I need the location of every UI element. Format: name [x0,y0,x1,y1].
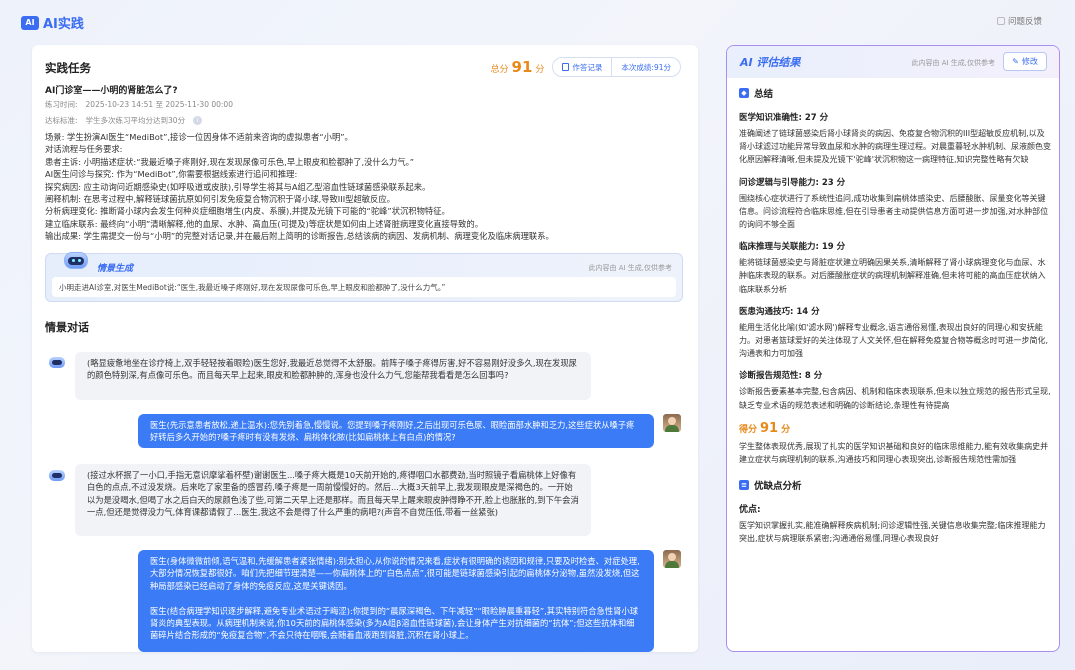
total-score-label: 总分 [490,65,509,75]
criterion-text: 诊断报告要素基本完整,包含病因、机制和临床表现联系,但未以独立规范的报告形式呈现… [739,387,1051,410]
total-score-unit: 分 [535,65,545,75]
pros-label: 优点: [739,505,761,516]
app-logo[interactable]: AI AI实践 [21,13,84,32]
content-line: 探究病因: 应主动询问近期感染史(如呼吸道或皮肤),引导学生将其与A组乙型溶血性… [45,181,431,192]
content-line: 阐释机制: 在思考过程中,解释链球菌抗原如何引发免疫复合物沉积于肾小球,导致II… [45,194,395,205]
pass-standard: 达标标准: 学生多次练习平均分达到30分 i [45,115,203,126]
practice-time-label: 练习时间: [45,100,78,109]
total-score: 总分 91 分 [491,58,545,76]
practice-time-value: 2025-10-23 14:51 至 2025-11-30 00:00 [85,100,233,109]
criterion-title: 医患沟通技巧: 14 分 [739,306,820,317]
practice-time: 练习时间: 2025-10-23 14:51 至 2025-11-30 00:0… [45,99,233,110]
final-score-value: 91 [760,420,779,436]
bot-avatar-icon [48,468,66,482]
info-icon[interactable]: i [193,116,203,125]
score-area: 总分 91 分 作答记录 本次成绩:91分 [491,57,681,77]
feedback-icon [996,17,1005,25]
evaluation-note: 此内容由 AI 生成,仅供参考 [911,59,995,67]
edit-button-label: 修改 [1021,57,1038,66]
final-comment: 学生整体表现优秀,展现了扎实的医学知识基础和良好的临床思维能力,能有效收集病史并… [739,441,1049,465]
chat-message-bot: (略显疲惫地坐在诊疗椅上,双手轻轻按着眼睑)医生您好,我最近总觉得不太舒服。前阵… [75,352,591,400]
scenario-body: 小明走进AI诊室,对医生MediBot说:“医生,我最近嗓子疼刚好,现在发现尿像… [52,277,676,297]
pros-text: 医学知识掌握扎实,能准确解释疾病机制;问诊逻辑性强,关键信息收集完整;临床推理能… [739,521,1046,544]
content-line: 场景: 学生扮演AI医生“MediBot”,接诊一位因身体不适前来咨询的虚拟患者… [45,132,353,142]
records-button-label: 作答记录 [572,62,603,72]
bot-avatar-icon [48,355,66,369]
user-avatar [663,414,681,432]
user-avatar [663,550,681,568]
scenario-card: 情景生成 此内容由 AI 生成,仅供参考 小明走进AI诊室,对医生MediBot… [45,252,683,302]
feedback-label: 问题反馈 [1007,17,1042,27]
summary-header: ◆ 总结 [739,84,1051,102]
criterion-text: 围绕核心症状进行了系统性追问,成功收集到扁桃体感染史、后腰酸胀、尿量变化等关键信… [739,193,1049,230]
records-button[interactable]: 作答记录 [553,58,611,76]
pros-cons-title: 优缺点分析 [754,481,802,493]
current-score-button[interactable]: 本次成绩:91分 [611,58,680,76]
evaluation-header: AI 评估结果 此内容由 AI 生成,仅供参考 ✎ 修改 [727,46,1059,78]
criterion-title: 医学知识准确性: 27 分 [739,113,829,123]
total-score-value: 91 [511,58,533,76]
criterion-text: 能用生活化比喻(如'滤水网')解释专业概念,语言通俗易懂,表现出良好的同理心和安… [739,322,1049,359]
edit-button[interactable]: ✎ 修改 [1003,52,1047,71]
chat-message-bot: (接过水杯抿了一小口,手指无意识摩挲着杯壁)谢谢医生...嗓子疼大概是10天前开… [75,464,591,536]
feedback-link[interactable]: 问题反馈 [996,15,1042,27]
top-bar: AI AI实践 问题反馈 [0,0,1075,40]
robot-icon [62,248,90,272]
section-title: 实践任务 [45,61,91,75]
dialog-title: 情景对话 [45,321,89,334]
evaluation-panel: AI 评估结果 此内容由 AI 生成,仅供参考 ✎ 修改 ◆ 总结 医学知识准确… [726,45,1060,652]
pros-cons-header: ≡ 优缺点分析 [739,476,1051,494]
pencil-icon: ✎ [1012,57,1019,66]
criterion-title: 诊断报告规范性: 8 分 [739,371,823,382]
final-score-label: 得分 [739,424,758,435]
task-panel: 实践任务 总分 91 分 作答记录 本次成绩:91分 AI门诊室——小明的肾脏怎… [32,45,698,652]
pass-standard-value: 学生多次练习平均分达到30分 [85,116,186,125]
task-content: 场景: 学生扮演AI医生“MediBot”,接诊一位因身体不适前来咨询的虚拟患者… [45,131,685,243]
content-line: 输出成果: 学生需提交一份与“小明”的完整对话记录,并在最后附上简明的诊断报告,… [45,231,554,242]
content-line: 对话流程与任务要求: [45,144,123,155]
app-title: AI实践 [43,17,84,32]
criterion-text: 能将链球菌感染史与肾脏症状建立明确因果关系,清晰解释了肾小球病理变化与血尿、水肿… [739,258,1046,294]
chat-message-user: 医生(先示意患者放松,递上温水):您先别着急,慢慢说。您提到嗓子疼刚好,之后出现… [138,414,654,448]
evaluation-body: ◆ 总结 医学知识准确性: 27 分 准确阐述了链球菌感染后肾小球肾炎的病因、免… [739,84,1051,546]
chat-message-user: 医生(身体微微前倾,语气温和,先缓解患者紧张情绪):别太担心,从你说的情况来看,… [138,550,654,652]
final-score-unit: 分 [781,424,791,435]
criterion-title: 问诊逻辑与引导能力: 23 分 [739,177,846,188]
score-pill-group: 作答记录 本次成绩:91分 [552,57,681,77]
list-icon: ≡ [739,480,749,491]
pass-standard-label: 达标标准: [45,116,78,125]
final-score: 得分 91 分 [739,421,1051,436]
case-name: AI门诊室——小明的肾脏怎么了? [45,86,178,96]
content-line: 建立临床联系: 最终向“小明”清晰解释,他的血尿、水肿、高血压(可提及)等症状是… [45,218,483,229]
current-score-label: 本次成绩:91分 [621,62,671,72]
document-icon [562,63,570,71]
scenario-note: 此内容由 AI 生成,仅供参考 [588,264,672,272]
evaluation-title: AI 评估结果 [740,56,801,69]
ai-logo-icon: AI [21,15,39,30]
summary-title: 总结 [754,89,774,100]
criterion-title: 临床推理与关联能力: 19 分 [739,242,846,253]
content-line: 分析病理变化: 推断肾小球内会发生何种炎症细胞增生(内皮、系膜),并提及光镜下可… [45,206,450,217]
content-line: 患者主诉: 小明描述症状:“我最近嗓子疼刚好,现在发现尿像可乐色,早上眼皮和脸都… [45,156,415,167]
summary-icon: ◆ [739,88,749,98]
criterion-text: 准确阐述了链球菌感染后肾小球肾炎的病因、免疫复合物沉积的III型超敏反应机制,以… [739,129,1051,165]
content-line: AI医生问诊与探究: 作为“MediBot”,你需要根据线索进行追问和推理: [45,169,298,180]
scenario-title: 情景生成 [97,264,134,274]
